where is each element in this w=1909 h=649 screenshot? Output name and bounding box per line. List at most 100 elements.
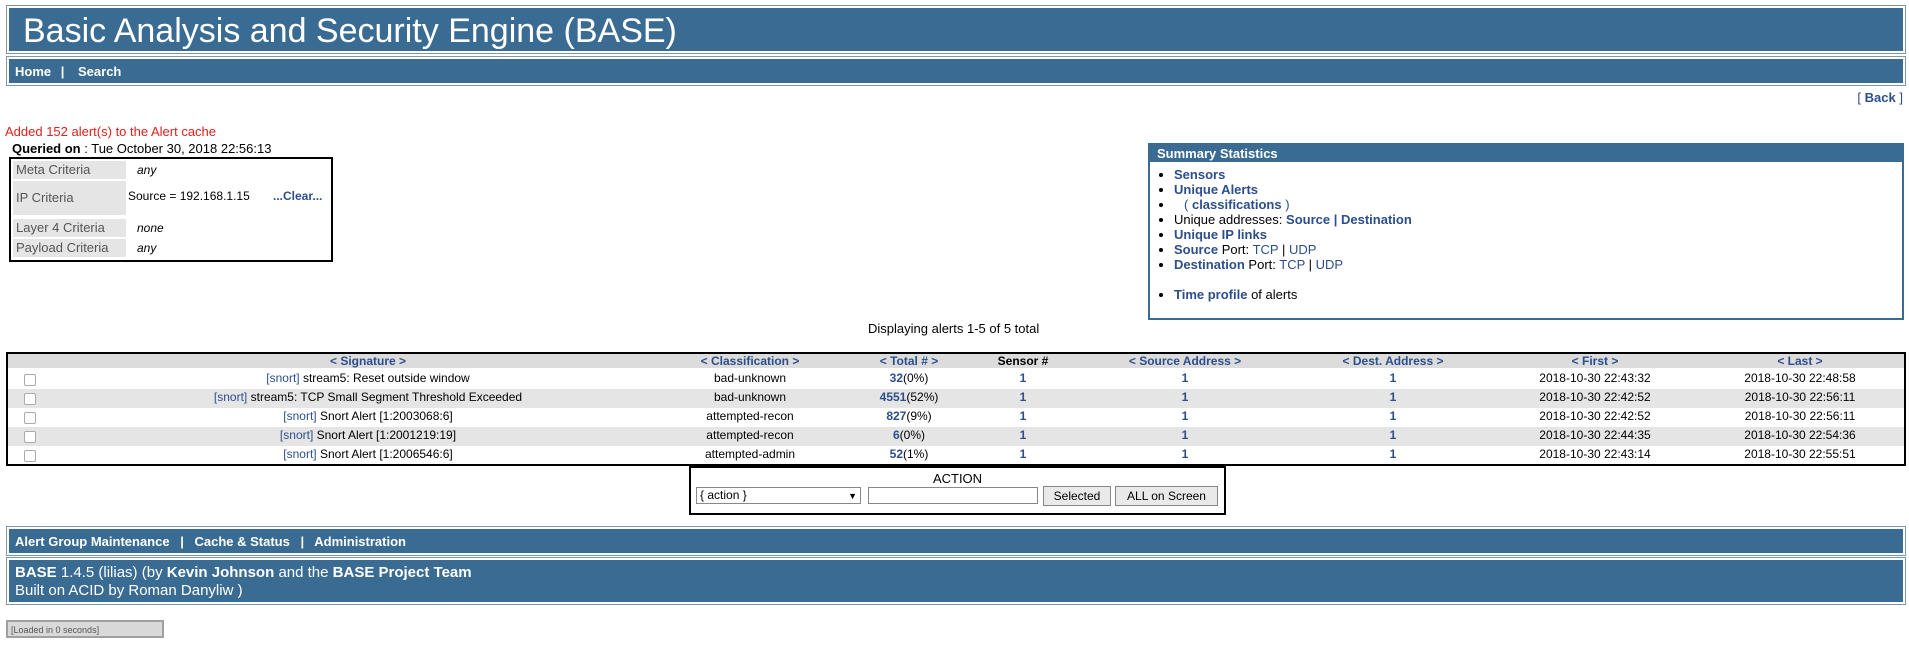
total-count-link[interactable]: 4551 [880,390,907,404]
signature-cell: [snort] Snort Alert [1:2003068:6] [283,409,452,423]
unique-ip-links-link[interactable]: Unique IP links [1174,227,1267,242]
snort-tag-link[interactable]: [snort] [214,390,247,404]
total-percent: (0%) [903,371,929,385]
footer: BASE 1.4.5 (lilias) (by Kevin Johnson an… [6,557,1906,605]
unique-alerts-link[interactable]: Unique Alerts [1174,182,1258,197]
unique-src-address-link[interactable]: Source [1286,212,1330,227]
last-time-cell: 2018-10-30 22:56:11 [1744,390,1856,404]
table-row: [snort] stream5: Reset outside window bad… [8,370,1904,389]
col-source-address-header[interactable]: < Source Address > [1129,354,1241,368]
unique-dst-address-link[interactable]: Destination [1341,212,1412,227]
dest-port-udp-link[interactable]: UDP [1316,257,1343,272]
meta-criteria-label: Meta Criteria [13,161,126,179]
summary-item-unique-alerts: Unique Alerts [1174,182,1412,197]
top-nav-bar: Home | Search [6,56,1906,86]
classification-cell: attempted-admin [704,447,796,461]
selected-button[interactable]: Selected [1043,486,1111,506]
sensors-link[interactable]: Sensors [1174,167,1225,182]
source-port-tcp-link[interactable]: TCP [1253,242,1279,257]
col-last-header[interactable]: < Last > [1777,354,1822,368]
sensor-count-link[interactable]: 1 [1020,428,1027,442]
dest-address-count-link[interactable]: 1 [1390,390,1397,404]
footer-and: and the [278,564,329,581]
back-link-wrap: [ Back ] [1857,90,1903,105]
sensor-count-link[interactable]: 1 [1020,447,1027,461]
summary-item-dest-port: Destination Port: TCP | UDP [1174,257,1412,272]
source-port-label: Port: [1221,242,1250,257]
snort-tag-link[interactable]: [snort] [283,447,316,461]
nav-separator: | [300,534,305,549]
action-select[interactable]: { action } ▼ [696,487,861,504]
first-time-cell: 2018-10-30 22:42:52 [1539,409,1651,423]
sensor-count-link[interactable]: 1 [1020,409,1027,423]
row-checkbox[interactable] [24,450,36,462]
col-dest-address-header[interactable]: < Dest. Address > [1343,354,1444,368]
signature-cell: [snort] Snort Alert [1:2006546:6] [283,447,452,461]
sensor-count-link[interactable]: 1 [1020,390,1027,404]
signature-text[interactable]: Snort Alert [1:2006546:6] [320,447,453,461]
clear-criteria-link[interactable]: ...Clear... [273,189,322,203]
summary-list: Sensors Unique Alerts ( classifications … [1150,167,1412,302]
classification-cell: bad-unknown [713,371,787,385]
first-time-cell: 2018-10-30 22:42:52 [1539,390,1651,404]
dest-address-count-link[interactable]: 1 [1390,428,1397,442]
all-on-screen-button[interactable]: ALL on Screen [1115,486,1218,506]
row-checkbox[interactable] [24,412,36,424]
classifications-link[interactable]: classifications [1192,197,1282,212]
signature-text[interactable]: Snort Alert [1:2001219:19] [317,428,456,442]
action-panel: ACTION { action } ▼ Selected ALL on Scre… [689,466,1226,515]
total-count-link[interactable]: 827 [886,409,906,423]
snort-tag-link[interactable]: [snort] [266,371,299,385]
nav-separator: | [180,534,184,549]
back-link[interactable]: Back [1865,90,1896,105]
row-checkbox[interactable] [24,431,36,443]
administration-link[interactable]: Administration [314,534,406,549]
footer-author: Kevin Johnson [166,564,275,581]
meta-criteria-value: any [137,163,157,177]
dest-port-tcp-link[interactable]: TCP [1279,257,1305,272]
col-total-header[interactable]: < Total # > [880,354,938,368]
queried-value: Tue October 30, 2018 22:56:13 [91,141,272,156]
dest-port-link[interactable]: Destination [1174,257,1245,272]
row-checkbox[interactable] [24,393,36,405]
chevron-down-icon: ▼ [848,491,857,501]
source-address-count-link[interactable]: 1 [1182,371,1189,385]
col-classification-header[interactable]: < Classification > [701,354,800,368]
queried-label: Queried on [12,141,81,156]
total-count-link[interactable]: 52 [890,447,903,461]
dest-address-count-link[interactable]: 1 [1390,409,1397,423]
signature-text[interactable]: stream5: TCP Small Segment Threshold Exc… [251,390,522,404]
time-profile-link[interactable]: Time profile [1174,287,1247,302]
snort-tag-link[interactable]: [snort] [283,409,316,423]
total-count-link[interactable]: 32 [890,371,903,385]
signature-text[interactable]: stream5: Reset outside window [303,371,470,385]
total-cell: 6(0%) [893,428,925,442]
sensor-count-link[interactable]: 1 [1020,371,1027,385]
source-port-udp-link[interactable]: UDP [1289,242,1316,257]
source-address-count-link[interactable]: 1 [1182,409,1189,423]
signature-text[interactable]: Snort Alert [1:2003068:6] [320,409,453,423]
action-argument-input[interactable] [868,487,1038,504]
total-cell: 827(9%) [886,409,931,423]
alert-group-maintenance-link[interactable]: Alert Group Maintenance [15,534,170,549]
dest-address-count-link[interactable]: 1 [1390,447,1397,461]
col-first-header[interactable]: < First > [1572,354,1619,368]
nav-search-link[interactable]: Search [78,64,121,79]
source-address-count-link[interactable]: 1 [1182,428,1189,442]
payload-criteria-value: any [137,241,157,255]
last-time-cell: 2018-10-30 22:48:58 [1744,371,1856,385]
row-checkbox[interactable] [24,374,36,386]
snort-tag-link[interactable]: [snort] [280,428,313,442]
dest-address-count-link[interactable]: 1 [1390,371,1397,385]
cache-status-link[interactable]: Cache & Status [194,534,289,549]
source-address-count-link[interactable]: 1 [1182,447,1189,461]
summary-item-time-profile: Time profile of alerts [1174,287,1412,302]
classification-cell: attempted-recon [706,428,794,442]
source-port-link[interactable]: Source [1174,242,1218,257]
nav-home-link[interactable]: Home [15,64,51,79]
alerts-table: < Signature > < Classification > < Total… [6,352,1906,466]
total-count-link[interactable]: 6 [893,428,900,442]
source-address-count-link[interactable]: 1 [1182,390,1189,404]
action-select-value: { action } [700,488,747,502]
col-signature-header[interactable]: < Signature > [330,354,406,368]
